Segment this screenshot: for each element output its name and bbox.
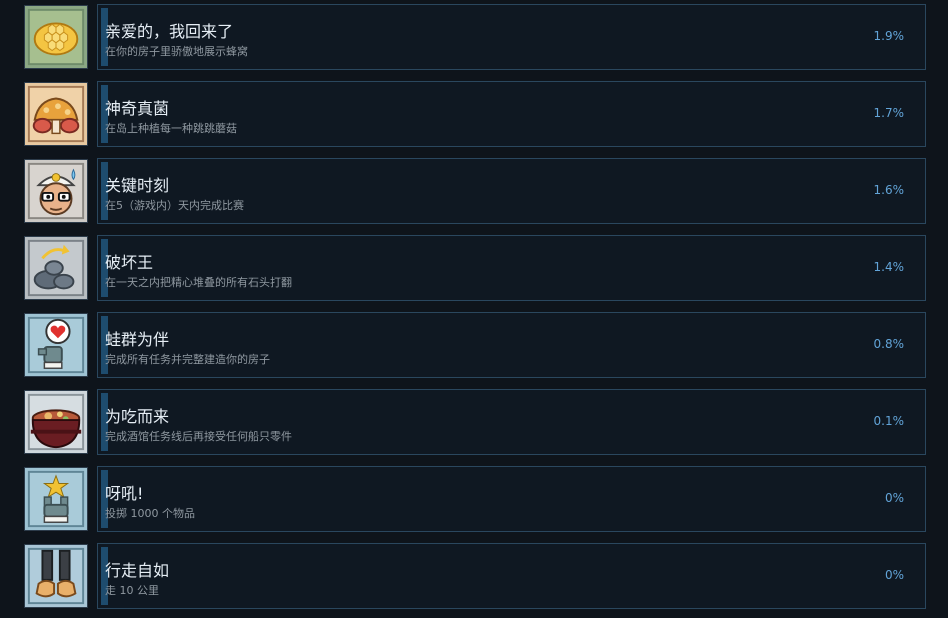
unlock-percentage: 1.4% xyxy=(873,260,905,274)
achievement-title: 为吃而来 xyxy=(105,407,170,426)
star-throw-icon xyxy=(24,467,88,531)
achievement-title: 关键时刻 xyxy=(105,176,170,195)
heart-frog-icon xyxy=(24,313,88,377)
mushroom-icon xyxy=(24,82,88,146)
achievement-card: 关键时刻 在5（游戏内）天内完成比赛 1.6% xyxy=(97,158,926,224)
achievement-card: 行走自如 走 10 公里 0% xyxy=(97,543,926,609)
achievement-row[interactable]: 蛙群为伴 完成所有任务并完整建造你的房子 0.8% xyxy=(0,312,948,378)
legs-icon xyxy=(24,544,88,608)
achievement-description: 完成酒馆任务线后再接受任何船只零件 xyxy=(105,430,292,443)
achievement-card: 为吃而来 完成酒馆任务线后再接受任何船只零件 0.1% xyxy=(97,389,926,455)
achievement-title: 呀吼! xyxy=(105,484,144,503)
achievement-row[interactable]: 为吃而来 完成酒馆任务线后再接受任何船只零件 0.1% xyxy=(0,389,948,455)
captain-icon xyxy=(24,159,88,223)
unlock-percentage: 0% xyxy=(884,568,904,582)
achievement-row[interactable]: 呀吼! 投掷 1000 个物品 0% xyxy=(0,466,948,532)
achievement-title: 亲爱的，我回来了 xyxy=(105,22,234,41)
unlock-percentage: 1.7% xyxy=(873,106,905,120)
achievement-card: 蛙群为伴 完成所有任务并完整建造你的房子 0.8% xyxy=(97,312,926,378)
achievement-row[interactable]: 亲爱的，我回来了 在你的房子里骄傲地展示蜂窝 1.9% xyxy=(0,4,948,70)
achievement-card: 神奇真菌 在岛上种植每一种跳跳蘑菇 1.7% xyxy=(97,81,926,147)
unlock-percentage: 0% xyxy=(884,491,904,505)
achievement-description: 在岛上种植每一种跳跳蘑菇 xyxy=(105,122,237,135)
achievement-description: 走 10 公里 xyxy=(105,584,159,597)
achievement-row[interactable]: 神奇真菌 在岛上种植每一种跳跳蘑菇 1.7% xyxy=(0,81,948,147)
achievement-row[interactable]: 行走自如 走 10 公里 0% xyxy=(0,543,948,609)
achievement-row[interactable]: 关键时刻 在5（游戏内）天内完成比赛 1.6% xyxy=(0,158,948,224)
achievement-description: 在一天之内把精心堆叠的所有石头打翻 xyxy=(105,276,292,289)
achievement-title: 行走自如 xyxy=(105,561,170,580)
achievement-description: 完成所有任务并完整建造你的房子 xyxy=(105,353,270,366)
unlock-percentage: 0.1% xyxy=(873,414,905,428)
rocks-icon xyxy=(24,236,88,300)
achievement-title: 破坏王 xyxy=(105,253,154,272)
achievement-title: 神奇真菌 xyxy=(105,99,170,118)
achievement-description: 在你的房子里骄傲地展示蜂窝 xyxy=(105,45,248,58)
stew-pot-icon xyxy=(24,390,88,454)
achievement-card: 亲爱的，我回来了 在你的房子里骄傲地展示蜂窝 1.9% xyxy=(97,4,926,70)
unlock-percentage: 1.9% xyxy=(873,29,905,43)
unlock-percentage: 0.8% xyxy=(873,337,905,351)
achievement-description: 在5（游戏内）天内完成比赛 xyxy=(105,199,244,212)
achievement-card: 呀吼! 投掷 1000 个物品 0% xyxy=(97,466,926,532)
achievement-card: 破坏王 在一天之内把精心堆叠的所有石头打翻 1.4% xyxy=(97,235,926,301)
unlock-percentage: 1.6% xyxy=(873,183,905,197)
achievement-title: 蛙群为伴 xyxy=(105,330,170,349)
achievement-description: 投掷 1000 个物品 xyxy=(105,507,195,520)
achievement-row[interactable]: 破坏王 在一天之内把精心堆叠的所有石头打翻 1.4% xyxy=(0,235,948,301)
honeycomb-icon xyxy=(24,5,88,69)
